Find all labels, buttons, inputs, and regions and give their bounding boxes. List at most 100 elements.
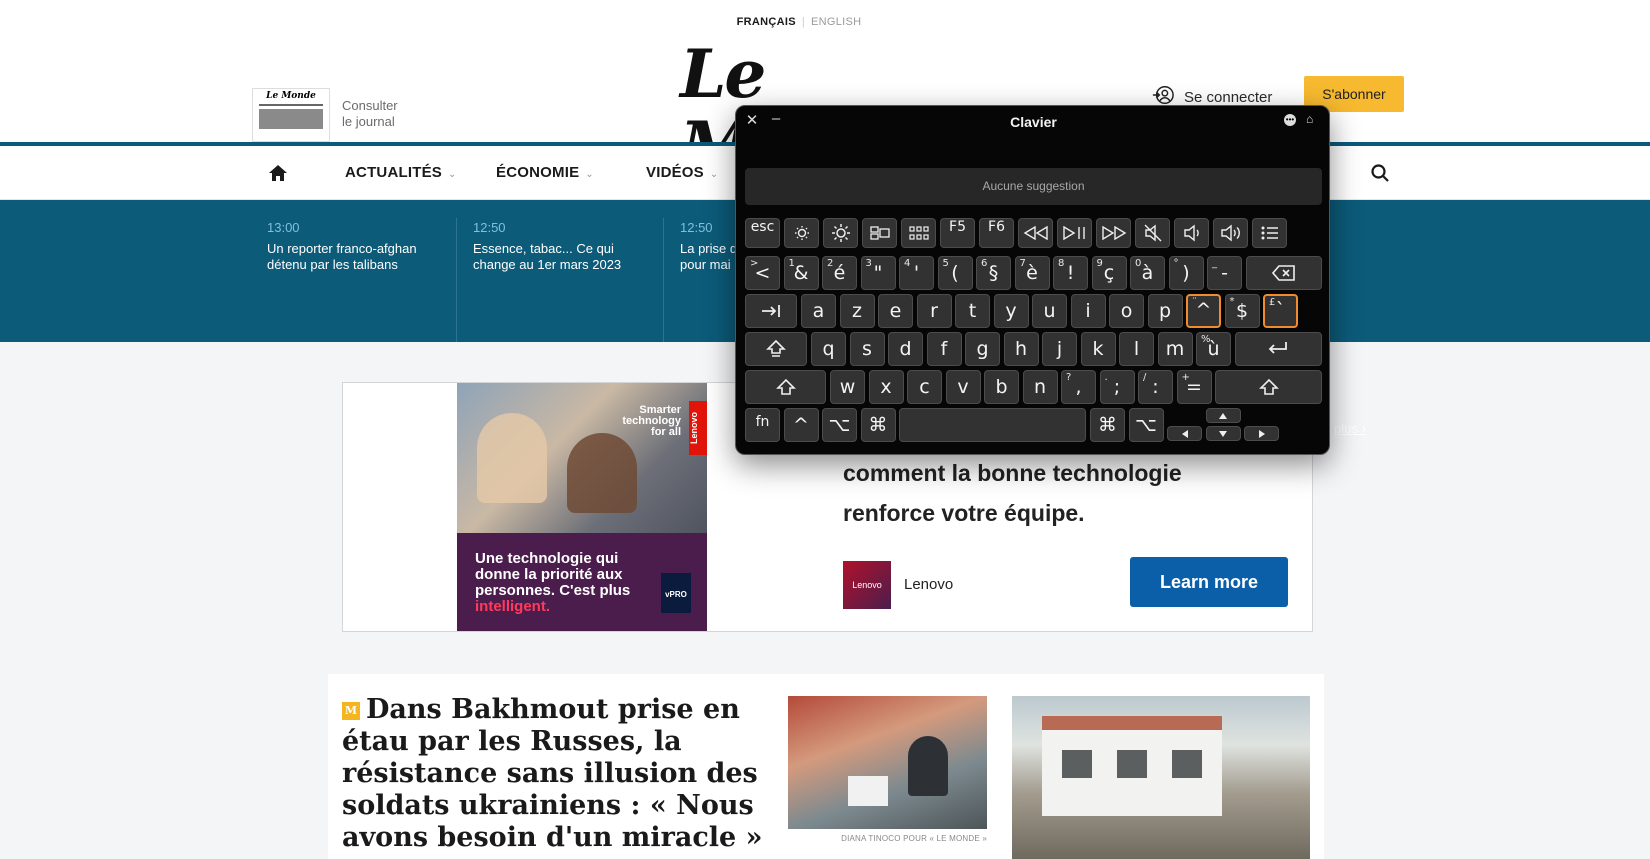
- keyboard-key[interactable]: 2é: [822, 256, 857, 290]
- key-space[interactable]: [899, 408, 1086, 442]
- lang-fr-link[interactable]: FRANÇAIS: [731, 16, 802, 28]
- key-rewind[interactable]: [1018, 218, 1053, 248]
- keyboard-key[interactable]: b: [984, 370, 1019, 404]
- key-volume-up[interactable]: [1213, 218, 1248, 248]
- keyboard-key[interactable]: m: [1157, 332, 1193, 366]
- keyboard-key[interactable]: 9ç: [1091, 256, 1127, 290]
- key-fn[interactable]: fn: [745, 408, 780, 442]
- keyboard-key[interactable]: a: [801, 294, 836, 328]
- key-f5[interactable]: F5: [940, 218, 975, 248]
- keyboard-key[interactable]: x: [868, 370, 904, 404]
- keyboard-key[interactable]: s: [849, 332, 885, 366]
- keyboard-key[interactable]: * $: [1224, 294, 1260, 328]
- keyboard-key[interactable]: .;: [1099, 370, 1135, 404]
- keyboard-key[interactable]: °): [1168, 256, 1204, 290]
- keyboard-key[interactable]: r: [916, 294, 952, 328]
- key-option-right[interactable]: ⌥: [1128, 408, 1164, 442]
- learn-more-button[interactable]: Learn more: [1130, 557, 1288, 607]
- keyboard-key[interactable]: 5(: [937, 256, 973, 290]
- keyboard-key[interactable]: h: [1003, 332, 1039, 366]
- lang-en-link[interactable]: ENGLISH: [805, 16, 867, 28]
- key-arrow-right[interactable]: [1244, 426, 1279, 441]
- key-brightness-up[interactable]: [823, 218, 858, 248]
- key-delete[interactable]: [1245, 256, 1322, 290]
- keyboard-key[interactable]: n: [1022, 370, 1058, 404]
- key-brightness-down[interactable]: [784, 218, 819, 248]
- keyboard-key[interactable]: /:: [1138, 370, 1173, 404]
- keyboard-key[interactable]: j: [1042, 332, 1077, 366]
- key-label: ;: [1113, 376, 1121, 398]
- key-fast-forward[interactable]: [1096, 218, 1131, 248]
- site-logo[interactable]: Le Monde: [680, 38, 980, 182]
- keyboard-key[interactable]: k: [1080, 332, 1116, 366]
- home-icon[interactable]: ⌂: [1306, 112, 1313, 126]
- key-esc[interactable]: esc: [745, 218, 780, 248]
- keyboard-key[interactable]: % ù: [1196, 332, 1231, 366]
- keyboard-key[interactable]: ?,: [1061, 370, 1096, 404]
- key-arrow-left[interactable]: [1167, 426, 1202, 441]
- keyboard-key[interactable]: z: [839, 294, 875, 328]
- key-command-right[interactable]: ⌘: [1090, 408, 1125, 442]
- keyboard-key[interactable]: c: [907, 370, 942, 404]
- key-mission-control[interactable]: [862, 218, 897, 248]
- live-item[interactable]: 12:50 La prise d pour mai: [680, 200, 740, 342]
- key-shift-right[interactable]: [1215, 370, 1322, 404]
- key-caps-lock[interactable]: [745, 332, 807, 366]
- key-command-left[interactable]: ⌘: [860, 408, 896, 442]
- keyboard-key[interactable]: g: [965, 332, 1000, 366]
- options-icon[interactable]: •••: [1284, 114, 1296, 126]
- nav-item-economie[interactable]: ÉCONOMIE ⌄: [496, 164, 594, 181]
- article-photo-cafe[interactable]: [788, 696, 987, 829]
- keyboard-key[interactable]: ¨ ^: [1186, 294, 1221, 328]
- search-icon[interactable]: [1370, 163, 1390, 183]
- keyboard-key[interactable]: u: [1032, 294, 1067, 328]
- key-play-pause[interactable]: [1057, 218, 1092, 248]
- keyboard-key[interactable]: t: [955, 294, 990, 328]
- key-volume-down[interactable]: [1174, 218, 1209, 248]
- keyboard-key[interactable]: w: [830, 370, 865, 404]
- live-item[interactable]: 12:50 Essence, tabac... Ce qui change au…: [473, 200, 653, 342]
- article-photo-house[interactable]: [1012, 696, 1310, 859]
- virtual-keyboard[interactable]: ✕ – Clavier ••• ⌂ Aucune suggestion esc F…: [735, 105, 1330, 455]
- key-launchpad[interactable]: [901, 218, 936, 248]
- keyboard-key[interactable]: y: [993, 294, 1029, 328]
- key-arrow-up[interactable]: [1205, 408, 1241, 423]
- consult-journal-link[interactable]: Consulter le journal: [342, 98, 398, 130]
- key-return[interactable]: [1234, 332, 1322, 366]
- key-shift-left[interactable]: [745, 370, 826, 404]
- nav-item-videos[interactable]: VIDÉOS ⌄: [646, 164, 718, 181]
- keyboard-key[interactable]: 4 ': [899, 256, 934, 290]
- keyboard-key[interactable]: > <: [745, 256, 780, 290]
- keyboard-key[interactable]: 1 &: [783, 256, 819, 290]
- keyboard-key[interactable]: i: [1070, 294, 1106, 328]
- keyboard-key[interactable]: o: [1109, 294, 1144, 328]
- keyboard-key[interactable]: + =: [1176, 370, 1212, 404]
- keyboard-key[interactable]: 8!: [1053, 256, 1088, 290]
- nav-item-actualites[interactable]: ACTUALITÉS ⌄: [345, 164, 457, 181]
- keyboard-key[interactable]: p: [1147, 294, 1183, 328]
- keyboard-key[interactable]: d: [888, 332, 923, 366]
- keyboard-key[interactable]: _ -: [1207, 256, 1242, 290]
- key-control[interactable]: ^: [783, 408, 819, 442]
- key-f6[interactable]: F6: [979, 218, 1014, 248]
- live-more-link[interactable]: plus ›: [1334, 421, 1366, 436]
- live-item[interactable]: 13:00 Un reporter franco-afghan détenu p…: [267, 200, 447, 342]
- keyboard-key[interactable]: 7è: [1014, 256, 1050, 290]
- keyboard-key[interactable]: 0à: [1130, 256, 1165, 290]
- key-arrow-down[interactable]: [1205, 426, 1241, 441]
- keyboard-key[interactable]: f: [926, 332, 962, 366]
- keyboard-key[interactable]: e: [878, 294, 913, 328]
- keyboard-key[interactable]: v: [945, 370, 981, 404]
- keyboard-key[interactable]: 3 ": [860, 256, 896, 290]
- home-icon[interactable]: [268, 164, 288, 182]
- key-list[interactable]: [1252, 218, 1287, 248]
- journal-thumbnail[interactable]: Le Monde: [252, 88, 330, 142]
- key-mute[interactable]: [1135, 218, 1170, 248]
- main-headline-link[interactable]: M Dans Bakhmout prise en étau par les Rus…: [342, 694, 772, 854]
- keyboard-key[interactable]: l: [1119, 332, 1154, 366]
- key-option-left[interactable]: ⌥: [822, 408, 857, 442]
- keyboard-key[interactable]: £ `: [1263, 294, 1298, 328]
- keyboard-key[interactable]: q: [811, 332, 846, 366]
- key-tab[interactable]: [745, 294, 797, 328]
- keyboard-key[interactable]: 6 §: [976, 256, 1011, 290]
